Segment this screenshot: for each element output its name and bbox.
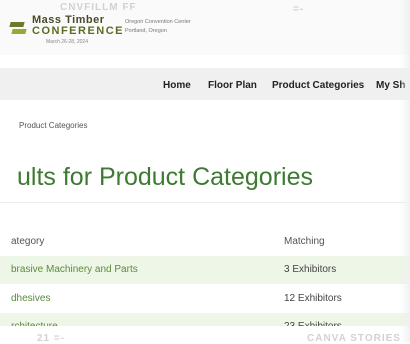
venue-info: Oregon Convention Center Portland, Orego… — [125, 18, 191, 36]
column-header-category[interactable]: ategory — [11, 236, 44, 247]
overlay-text-top-right: =- — [293, 4, 305, 15]
logo-mark-icon — [9, 22, 27, 36]
logo-date-text: March 26-28, 2024 — [46, 39, 88, 45]
overlay-text-top-left: CNVFILLM FF — [60, 2, 137, 13]
conference-logo[interactable]: Mass Timber CONFERENCE March 26-28, 2024 — [9, 14, 123, 48]
divider — [0, 202, 410, 203]
column-header-matching[interactable]: Matching — [284, 236, 325, 247]
overlay-text-bottom-left: 21 =- — [37, 333, 66, 344]
category-link[interactable]: dhesives — [11, 293, 50, 304]
logo-main-text: CONFERENCE — [32, 25, 125, 37]
page-title: ults for Product Categories — [17, 163, 313, 191]
matching-count: 3 Exhibitors — [284, 264, 337, 275]
table-row[interactable]: brasive Machinery and Parts 3 Exhibitors — [0, 256, 410, 284]
nav-floor-plan[interactable]: Floor Plan — [208, 80, 257, 91]
venue-line-2: Portland, Oregon — [125, 28, 167, 34]
venue-line-1: Oregon Convention Center — [125, 19, 191, 25]
matching-count: 12 Exhibitors — [284, 293, 342, 304]
nav-product-categories[interactable]: Product Categories — [272, 80, 364, 91]
category-link[interactable]: brasive Machinery and Parts — [11, 264, 138, 275]
breadcrumb[interactable]: Product Categories — [19, 121, 87, 130]
right-edge-fade — [400, 0, 410, 342]
table-row[interactable]: dhesives 12 Exhibitors — [0, 285, 410, 313]
nav-home[interactable]: Home — [163, 80, 191, 91]
overlay-text-bottom-right: CANVA STORIES — [307, 333, 401, 344]
